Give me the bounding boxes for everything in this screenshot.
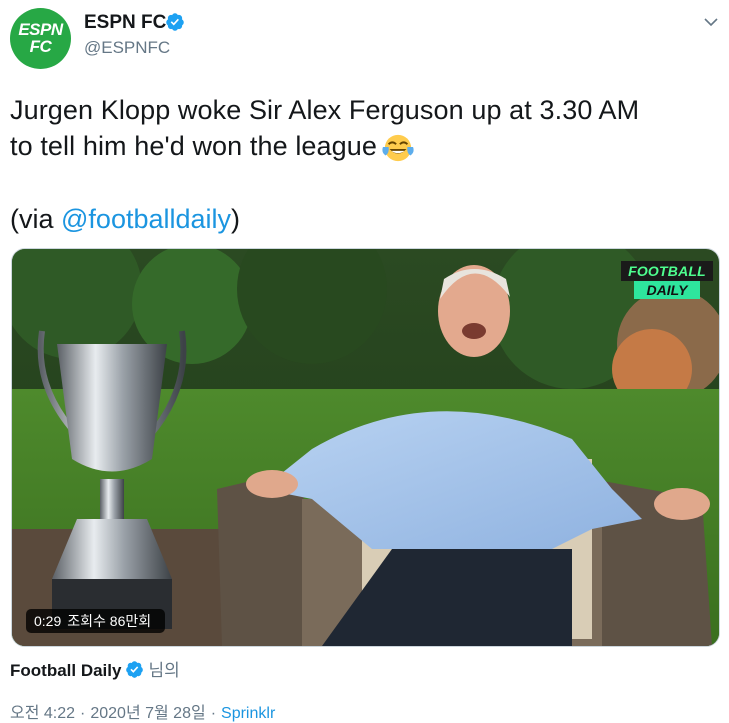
video-player[interactable]: FOOTBALL DAILY 0:29 조회수 86만회: [11, 248, 720, 647]
via-prefix: (via: [10, 204, 62, 234]
football-daily-watermark: FOOTBALL DAILY: [621, 261, 713, 299]
attribution-name[interactable]: Football Daily: [10, 661, 121, 680]
watermark-text-bottom: DAILY: [634, 281, 700, 299]
chevron-down-icon[interactable]: [703, 14, 719, 30]
tweet-time[interactable]: 오전 4:22: [10, 705, 75, 722]
meta-separator: ·: [80, 705, 86, 722]
tweet-line-2-text: to tell him he'd won the league: [10, 131, 377, 161]
avatar-logo-subtext: FC: [29, 37, 52, 56]
avatar[interactable]: ESPN FC: [10, 8, 71, 69]
via-mention-link[interactable]: @footballdaily: [61, 204, 231, 234]
author-handle[interactable]: @ESPNFC: [84, 38, 170, 58]
attribution-suffix: 님의: [148, 661, 180, 680]
tweet-line-1: Jurgen Klopp woke Sir Alex Ferguson up a…: [10, 95, 640, 125]
tweet-date[interactable]: 2020년 7월 28일: [90, 705, 205, 722]
watermark-text-top: FOOTBALL: [621, 261, 713, 281]
video-view-count: 조회수 86만회: [67, 613, 152, 629]
video-info-badge: 0:29 조회수 86만회: [26, 609, 166, 633]
meta-separator: ·: [210, 705, 217, 722]
tweet-meta: 오전 4:22 · 2020년 7월 28일 · Sprinklr: [10, 699, 275, 723]
verified-icon: [166, 13, 184, 31]
video-thumbnail: [12, 249, 719, 646]
video-duration: 0:29: [34, 613, 62, 629]
verified-icon: [126, 661, 144, 678]
author-name[interactable]: ESPN FC: [84, 12, 166, 34]
tweet-text: Jurgen Klopp woke Sir Alex Ferguson up a…: [10, 92, 720, 164]
media-attribution: Football Daily 님의: [10, 656, 180, 681]
face-with-tears-of-joy-icon: [382, 134, 414, 162]
via-suffix: ): [231, 204, 241, 234]
via-text: (via @footballdaily): [10, 201, 240, 237]
tweet-source-link[interactable]: Sprinklr: [221, 705, 275, 722]
avatar-logo-text: ESPN: [18, 20, 63, 39]
tweet-line-2: to tell him he'd won the league: [10, 128, 720, 164]
